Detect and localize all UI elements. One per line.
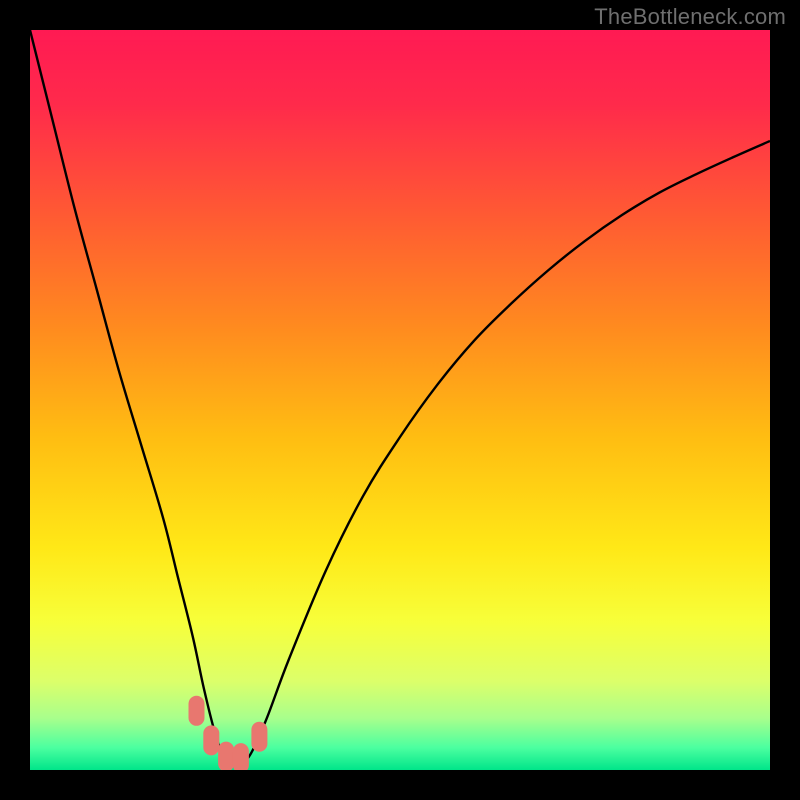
chart-frame: TheBottleneck.com: [0, 0, 800, 800]
plot-area: [30, 30, 770, 770]
watermark-text: TheBottleneck.com: [594, 4, 786, 30]
curve-markers: [189, 696, 268, 770]
data-marker: [233, 743, 249, 770]
data-marker: [203, 725, 219, 755]
bottleneck-curve: [30, 30, 770, 770]
data-marker: [251, 722, 267, 752]
data-marker: [189, 696, 205, 726]
data-marker: [218, 742, 234, 770]
curve-path: [30, 30, 770, 763]
